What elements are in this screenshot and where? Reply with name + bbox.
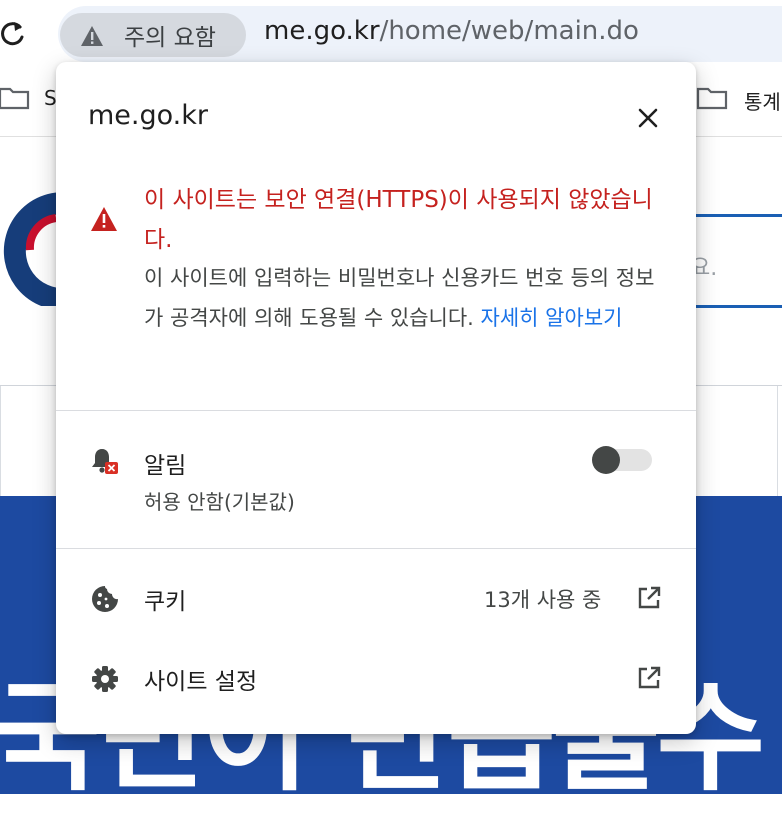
notifications-status: 허용 안함(기본값) xyxy=(144,490,295,514)
open-external-icon[interactable] xyxy=(636,665,662,691)
divider xyxy=(56,410,696,411)
notification-blocked-icon xyxy=(92,449,118,474)
close-icon[interactable] xyxy=(634,104,662,132)
reload-icon[interactable] xyxy=(0,18,28,48)
browser-toolbar: 주의 요함 me.go.kr/home/web/main.do xyxy=(0,0,782,66)
url-path: /home/web/main.do xyxy=(379,16,639,46)
open-external-icon[interactable] xyxy=(636,585,662,611)
security-chip-label: 주의 요함 xyxy=(124,25,216,51)
warning-icon xyxy=(81,26,103,46)
popup-title: me.go.kr xyxy=(88,100,208,131)
cookies-label[interactable]: 쿠키 xyxy=(144,582,186,616)
warning-title: 이 사이트는 보안 연결(HTTPS)이 사용되지 않았습니다. xyxy=(144,187,653,253)
url-text[interactable]: me.go.kr/home/web/main.do xyxy=(264,16,639,46)
url-host: me.go.kr xyxy=(264,16,380,46)
notifications-label: 알림 xyxy=(144,453,187,479)
bookmark-label-left[interactable]: S xyxy=(44,86,57,110)
gear-icon xyxy=(92,666,118,692)
warning-icon xyxy=(91,207,117,231)
learn-more-link[interactable]: 자세히 알아보기 xyxy=(481,306,623,330)
site-info-popup: me.go.kr 이 사이트는 보안 연결(HTTPS)이 사용되지 않았습니다… xyxy=(56,62,696,734)
folder-icon[interactable] xyxy=(0,86,30,110)
notifications-toggle-knob[interactable] xyxy=(592,446,620,474)
folder-icon[interactable] xyxy=(696,86,728,110)
warning-body: 이 사이트에 입력하는 비밀번호나 신용카드 번호 등의 정보가 공격자에 의해… xyxy=(144,258,664,338)
bookmark-label-right[interactable]: 통계 xyxy=(744,86,781,115)
site-settings-label[interactable]: 사이트 설정 xyxy=(144,662,257,696)
cookie-icon xyxy=(92,586,118,612)
cookies-count: 13개 사용 중 xyxy=(484,588,602,612)
divider xyxy=(56,548,696,549)
